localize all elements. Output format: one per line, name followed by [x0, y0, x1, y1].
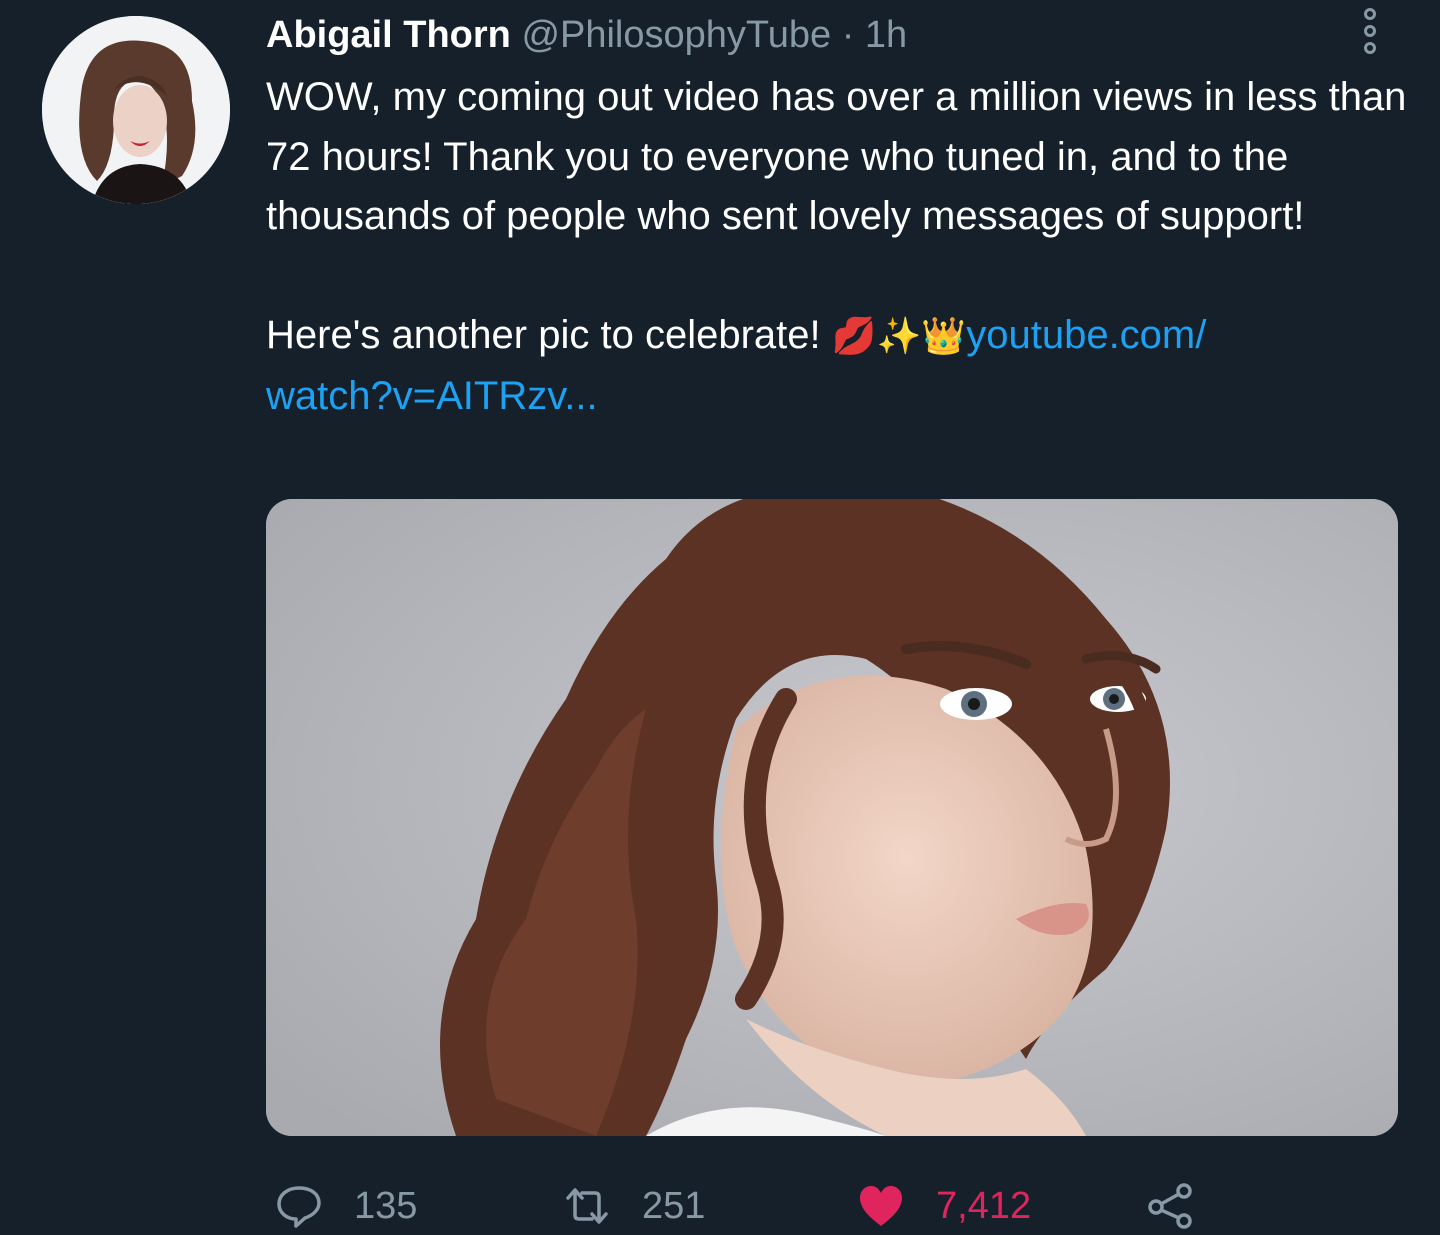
- like-count: 7,412: [936, 1184, 1032, 1227]
- crown-emoji: 👑: [921, 316, 967, 357]
- more-options-button[interactable]: [1352, 2, 1388, 60]
- author-handle[interactable]: @PhilosophyTube: [521, 14, 831, 56]
- reply-button[interactable]: 135: [274, 1180, 417, 1232]
- tweet-header: Abigail Thorn @PhilosophyTube · 1h: [266, 12, 907, 58]
- share-icon: [1148, 1183, 1192, 1229]
- heart-icon: [860, 1186, 902, 1226]
- retweet-icon: [566, 1188, 608, 1224]
- tweet-actions: 135 251 7,412: [0, 1170, 1440, 1235]
- avatar-image: [42, 16, 230, 204]
- tweet-text: WOW, my coming out video has over a mill…: [266, 68, 1416, 426]
- avatar[interactable]: [42, 16, 230, 204]
- youtube-link-part2: watch?v=AITRzv...: [266, 373, 598, 418]
- reply-count: 135: [354, 1184, 418, 1227]
- youtube-link-part1: youtube.com/: [966, 313, 1207, 357]
- sparkles-emoji: ✨: [876, 316, 922, 357]
- reply-icon: [277, 1186, 321, 1228]
- photo-image: [266, 499, 1398, 1136]
- like-button[interactable]: 7,412: [856, 1180, 1031, 1232]
- author-name[interactable]: Abigail Thorn: [266, 14, 511, 56]
- kiss-emoji: 💋: [831, 316, 877, 357]
- retweet-count: 251: [642, 1184, 706, 1227]
- tweet-paragraph-2-text: Here's another pic to celebrate!: [266, 313, 821, 357]
- tweet[interactable]: Abigail Thorn @PhilosophyTube · 1h WOW, …: [0, 0, 1440, 1235]
- tweet-paragraph-2: Here's another pic to celebrate! 💋✨👑yout…: [266, 306, 1416, 426]
- share-button[interactable]: [1146, 1180, 1196, 1232]
- tweet-photo[interactable]: [266, 499, 1398, 1136]
- retweet-button[interactable]: 251: [562, 1180, 705, 1232]
- tweet-timestamp[interactable]: 1h: [865, 14, 907, 56]
- tweet-paragraph-1: WOW, my coming out video has over a mill…: [266, 75, 1407, 238]
- header-separator: ·: [841, 14, 855, 56]
- more-options-icon: [1364, 8, 1376, 20]
